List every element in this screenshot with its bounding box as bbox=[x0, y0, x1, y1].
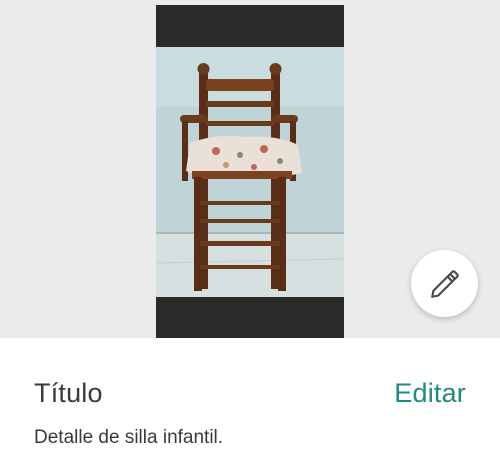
high-chair-photo bbox=[156, 5, 344, 338]
edit-title-link[interactable]: Editar bbox=[394, 378, 466, 409]
edit-photo-button[interactable] bbox=[411, 250, 478, 317]
title-value: Detalle de silla infantil. bbox=[34, 427, 224, 448]
title-label: Título bbox=[34, 378, 103, 408]
item-photo bbox=[156, 5, 344, 338]
photo-viewer bbox=[0, 0, 500, 338]
pencil-icon bbox=[430, 269, 459, 298]
